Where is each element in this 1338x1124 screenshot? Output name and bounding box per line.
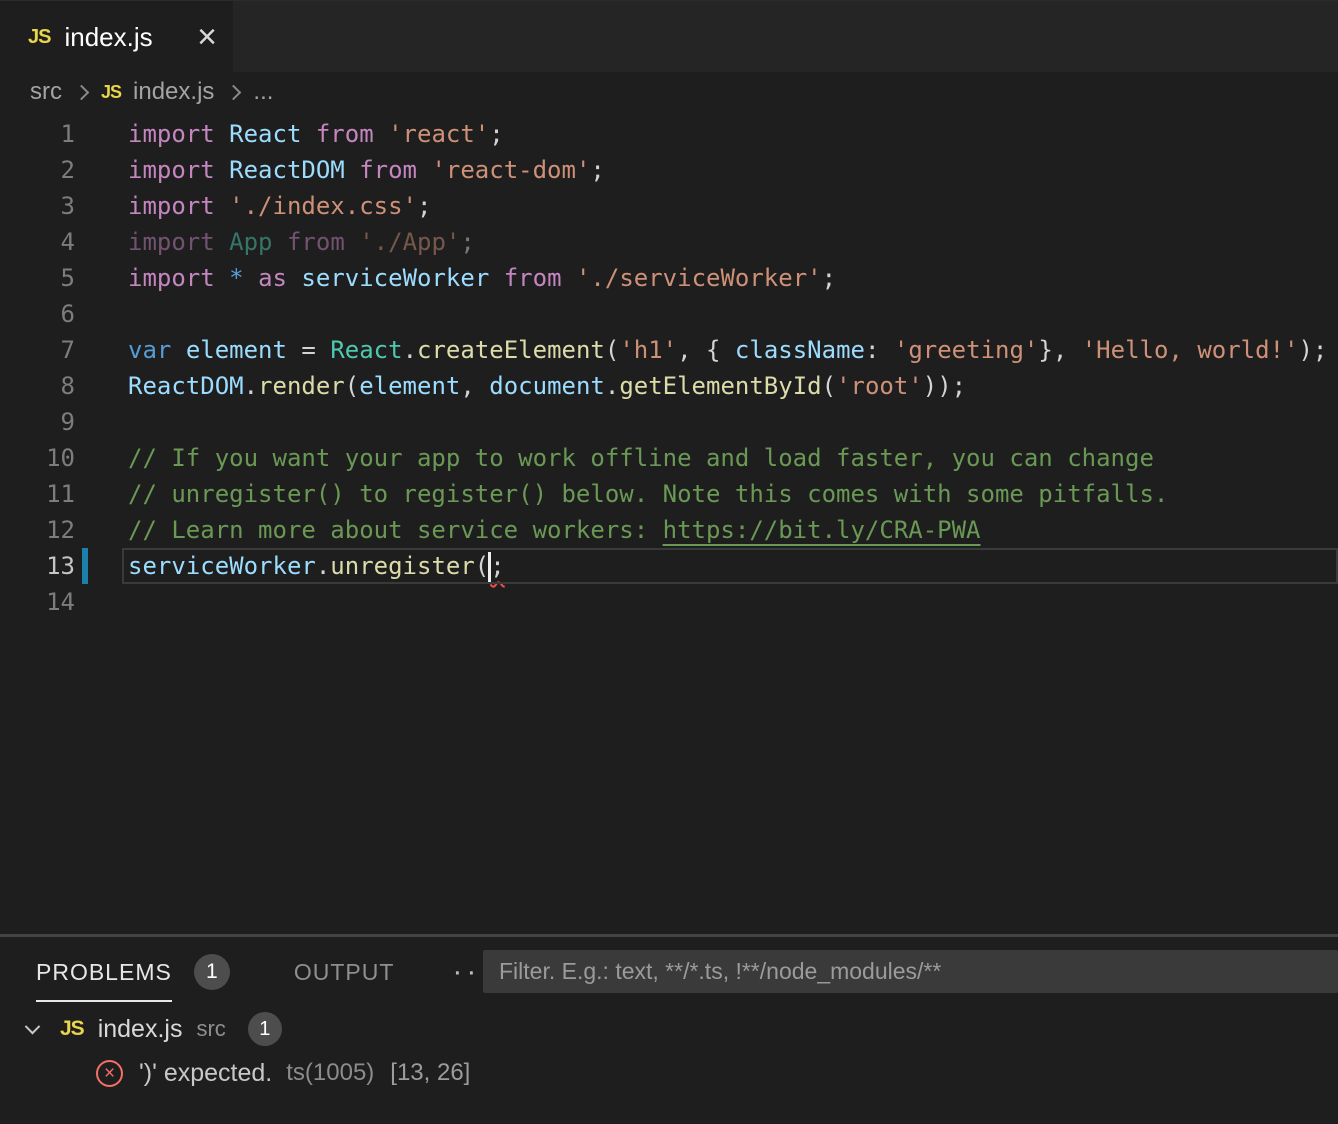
line-number[interactable]: 7 [0,332,75,368]
chevron-down-icon[interactable] [25,1018,41,1034]
code-text: // unregister() to register() below. Not… [128,476,1168,512]
breadcrumb-folder[interactable]: src [30,78,62,106]
breadcrumb-symbol-ellipsis[interactable]: ... [253,78,273,106]
tab-title: index.js [64,22,152,53]
problems-file-name: index.js [98,1015,183,1044]
problems-panel: PROBLEMS 1 OUTPUT ··· JS index.js src 1 … [0,934,1338,1124]
tab-output[interactable]: OUTPUT [294,959,395,986]
code-text: import ReactDOM from 'react-dom'; [128,152,605,188]
code-line[interactable]: 8 ReactDOM.render(element, document.getEl… [0,368,1338,404]
code-text: import App from './App'; [128,224,475,260]
code-text: serviceWorker.unregister(; [128,548,505,584]
close-icon[interactable]: × [197,20,217,54]
line-number[interactable]: 3 [0,188,75,224]
problem-message: ')' expected. [139,1059,272,1088]
code-line[interactable]: 4 import App from './App'; [0,224,1338,260]
line-number[interactable]: 6 [0,296,75,332]
line-number[interactable]: 9 [0,404,75,440]
code-line[interactable]: 5 import * as serviceWorker from './servi… [0,260,1338,296]
chevron-right-icon [226,84,242,100]
js-file-icon: JS [60,1017,84,1041]
code-text: // If you want your app to work offline … [128,440,1154,476]
line-number[interactable]: 12 [0,512,75,548]
line-number[interactable]: 11 [0,476,75,512]
tab-problems[interactable]: PROBLEMS 1 [36,954,230,990]
problems-file-path: src [196,1016,225,1042]
problems-tab-label: PROBLEMS [36,959,172,986]
code-line[interactable]: 14 [0,584,1338,620]
code-text: ReactDOM.render(element, document.getEle… [128,368,966,404]
modified-line-indicator [82,548,88,584]
code-line[interactable]: 9 [0,404,1338,440]
problem-source: ts(1005) [286,1059,374,1087]
code-text: import * as serviceWorker from './servic… [128,260,836,296]
line-number[interactable]: 8 [0,368,75,404]
tab-bar: JS index.js × [0,0,1338,72]
code-line[interactable]: 3 import './index.css'; [0,188,1338,224]
code-line[interactable]: 10 // If you want your app to work offlin… [0,440,1338,476]
chevron-right-icon [74,84,90,100]
problems-filter-input[interactable] [483,950,1338,993]
line-number[interactable]: 13 [0,548,75,584]
problems-file-row[interactable]: JS index.js src 1 [0,1007,1338,1051]
code-text: import './index.css'; [128,188,431,224]
line-number[interactable]: 5 [0,260,75,296]
breadcrumb: src JS index.js ... [0,72,1338,112]
line-number[interactable]: 4 [0,224,75,260]
code-line[interactable]: 7 var element = React.createElement('h1',… [0,332,1338,368]
line-number[interactable]: 14 [0,584,75,620]
error-icon: × [96,1060,123,1087]
code-line[interactable]: 6 [0,296,1338,332]
code-editor[interactable]: 1 import React from 'react'; 2 import React… [0,112,1338,620]
code-text: var element = React.createElement('h1', … [128,332,1327,368]
line-number[interactable]: 2 [0,152,75,188]
js-file-icon: JS [101,82,121,103]
code-line[interactable]: 13 serviceWorker.unregister(; [0,548,1338,584]
line-number[interactable]: 1 [0,116,75,152]
problems-count-badge: 1 [194,954,230,990]
panel-header: PROBLEMS 1 OUTPUT ··· [0,937,1338,1007]
js-file-icon: JS [28,26,50,49]
problem-position: [13, 26] [390,1059,470,1087]
code-line[interactable]: 2 import ReactDOM from 'react-dom'; [0,152,1338,188]
code-lines: 1 import React from 'react'; 2 import React… [0,116,1338,620]
breadcrumb-file[interactable]: index.js [133,78,214,106]
file-problems-count-badge: 1 [248,1012,282,1046]
tab-index-js[interactable]: JS index.js × [0,1,233,73]
code-text: import React from 'react'; [128,116,504,152]
code-line[interactable]: 12 // Learn more about service workers: h… [0,512,1338,548]
code-text: // Learn more about service workers: htt… [128,512,981,548]
code-line[interactable]: 1 import React from 'react'; [0,116,1338,152]
problem-row[interactable]: × ')' expected. ts(1005) [13, 26] [0,1051,1338,1095]
vscode-window: JS index.js × src JS index.js ... 1 impor… [0,0,1338,1124]
code-line[interactable]: 11 // unregister() to register() below. N… [0,476,1338,512]
line-number[interactable]: 10 [0,440,75,476]
